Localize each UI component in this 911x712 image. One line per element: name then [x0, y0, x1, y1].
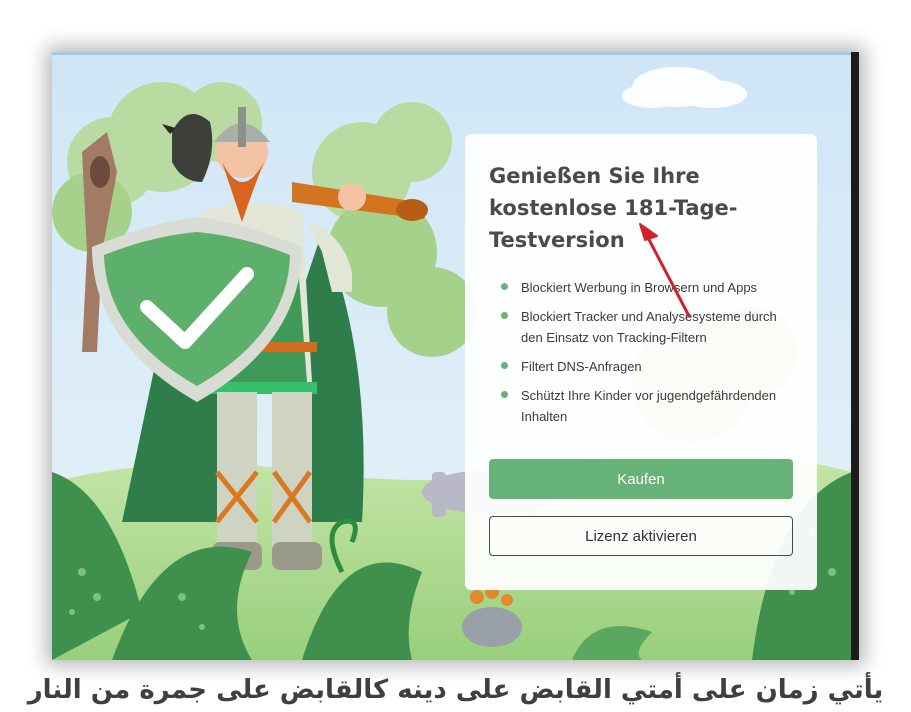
- feature-item: Schützt Ihre Kinder vor jugendgefährdend…: [497, 385, 797, 427]
- window-right-border: [851, 52, 859, 660]
- arabic-caption: يأتي زمان على أمتي القابض على دينه كالقا…: [27, 675, 884, 705]
- app-window: Genießen Sie Ihre kostenlose 181-Tage- T…: [52, 52, 859, 660]
- feature-text: Blockiert Tracker und Analysesysteme dur…: [521, 309, 777, 345]
- feature-list: Blockiert Werbung in Browsern und Apps B…: [497, 277, 797, 435]
- trial-card: Genießen Sie Ihre kostenlose 181-Tage- T…: [465, 134, 817, 590]
- activate-license-button[interactable]: Lizenz aktivieren: [489, 516, 793, 556]
- title-line-3: Testversion: [489, 228, 625, 252]
- feature-item: Filtert DNS-Anfragen: [497, 356, 797, 377]
- feature-text: Blockiert Werbung in Browsern und Apps: [521, 280, 758, 295]
- title-line-2: kostenlose 181-Tage-: [489, 196, 738, 220]
- feature-text: Filtert DNS-Anfragen: [521, 359, 642, 374]
- card-title: Genießen Sie Ihre kostenlose 181-Tage- T…: [489, 160, 789, 256]
- bullet-dot-icon: [501, 283, 508, 290]
- bullet-dot-icon: [501, 312, 508, 319]
- feature-text: Schützt Ihre Kinder vor jugendgefährdend…: [521, 388, 777, 424]
- title-line-1: Genießen Sie Ihre: [489, 164, 700, 188]
- bullet-dot-icon: [501, 362, 508, 369]
- bullet-dot-icon: [501, 391, 508, 398]
- buy-button[interactable]: Kaufen: [489, 459, 793, 499]
- feature-item: Blockiert Werbung in Browsern und Apps: [497, 277, 797, 298]
- feature-item: Blockiert Tracker und Analysesysteme dur…: [497, 306, 797, 348]
